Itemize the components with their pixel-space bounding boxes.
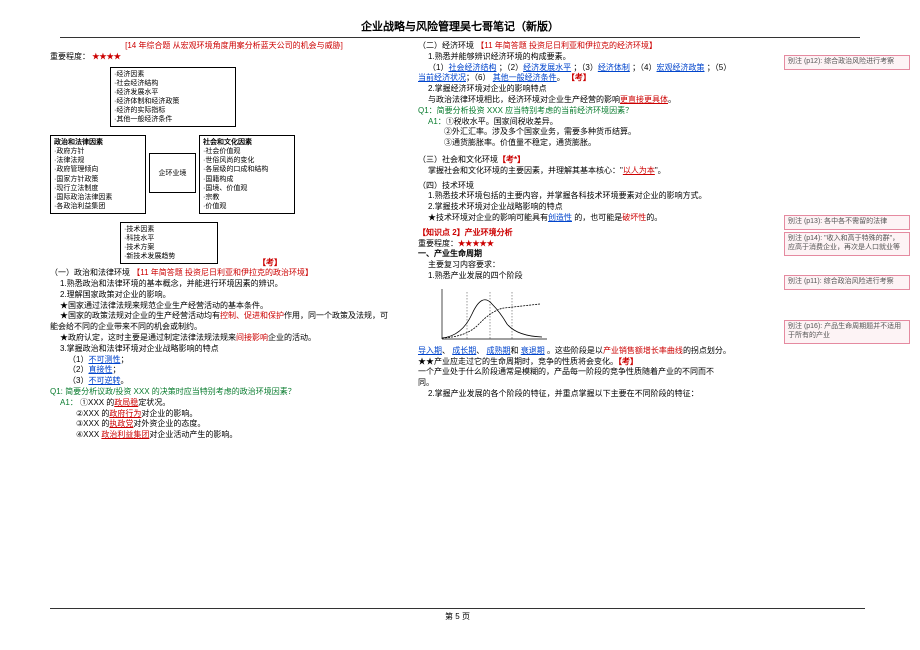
stages: 导入期、 成长期、 成熟期和 衰退期 。这些阶段是以产业销售额增长率曲线的拐点划… xyxy=(418,346,786,357)
a1-3: ③XXX 的执政党对外资企业的态度。 xyxy=(50,419,418,430)
a1-left: A1： ①XXX 的政局稳定状况。 xyxy=(50,398,418,409)
margin-note-2: 别注 (p13): 各中各不需留的法律 xyxy=(784,215,910,230)
sec2-l5: 与政治法律环境相比，经济环境对企业生产经营的影响更直接更具体。 xyxy=(418,95,786,106)
page-number: 第 5 页 xyxy=(50,611,865,622)
doc-title: 企业战略与风险管理吴七哥笔记（新版） xyxy=(0,0,920,34)
diagram-bottom-box: ·技术因素·科技水平 ·技术方案·新技术发展趋势 xyxy=(120,222,218,264)
importance-left: 重要程度： ★★★★ xyxy=(50,52,418,63)
imp-label: 重要程度： xyxy=(50,52,90,61)
left-column: [14 年综合题 从宏观环境角度用案分析蓝天公司的机会与威胁] 重要程度： ★★… xyxy=(50,41,418,441)
sec2-l3: 当前经济状况；（6） 其他一般经济条件。 【考】 xyxy=(418,73,786,84)
sec1-l9: （2）直接性； xyxy=(50,365,418,376)
margin-note-1: 别注 (p12): 综合政治风险进行考察 xyxy=(784,55,910,70)
diagram-center: 企环 业境 xyxy=(149,153,196,193)
sec1-title: （一）政治和法律环境 【11 年简答题 投资尼日利亚和伊拉克的政治环境】 xyxy=(50,268,418,279)
rule-top xyxy=(60,37,860,38)
sec1-l5: 能会给不同的企业带来不同的机会或制约。 xyxy=(50,322,418,333)
sec4-l2: 2.掌握技术环境对企业战略影响的特点 xyxy=(418,202,786,213)
sec1-l8: （1）不可测性； xyxy=(50,355,418,366)
plc-l1: 主要复习内容要求： xyxy=(418,260,786,271)
exam-ref-left: [14 年综合题 从宏观环境角度用案分析蓝天公司的机会与威胁] xyxy=(50,41,418,52)
sec1-l7: 3.掌握政治和法律环境对企业战略影响的特点 xyxy=(50,344,418,355)
pest-diagram: ·经济因素·社会经济结构 ·经济发展水平·经济体制和经济政策 ·经济的实际指标·… xyxy=(50,63,418,269)
plc-title: 一、产业生命周期 xyxy=(418,249,786,260)
kp-title: 【知识点 2】产业环境分析 xyxy=(418,228,786,239)
a1-2: ②XXX 的政府行为对企业的影响。 xyxy=(50,409,418,420)
sec3-l1: 掌握社会和文化环境的主要因素，并理解其基本核心："以人为本"。 xyxy=(418,166,786,177)
sec1-l6: ★政府认定，这时主要是通过制定法律法规法规来间接影响企业的活动。 xyxy=(50,333,418,344)
margin-note-4: 别注 (p11): 综合政治风险进行考察 xyxy=(784,275,910,290)
diagram-right-box: 社会和文化因素 ·社会价值观·世俗风尚的变化 ·各层级的口成和结构·国籍构成 ·… xyxy=(199,135,295,214)
sec2-title: （二）经济环境 【11 年简答题 投资尼日利亚和伊拉克的经济环境】 xyxy=(418,41,786,52)
footer: 第 5 页 xyxy=(50,608,865,622)
diagram-top-box: ·经济因素·社会经济结构 ·经济发展水平·经济体制和经济政策 ·经济的实际指标·… xyxy=(110,67,236,128)
sec1-l3: ★国家通过法律法规来规范企业生产经营活动的基本条件。 xyxy=(50,301,418,312)
q1-right: Q1：简要分析投资 XXX 应当特别考虑的当前经济环境因素？ xyxy=(418,106,786,117)
sec4-title: （四）技术环境 xyxy=(418,181,786,192)
sec1-l1: 1.熟悉政治和法律环境的基本概念，并能进行环境因素的辨识。 xyxy=(50,279,418,290)
a1-4: ④XXX 政治利益集团对企业活动产生的影响。 xyxy=(50,430,418,441)
lifecycle-chart xyxy=(432,284,552,344)
plc-l6: 同。 xyxy=(418,378,786,389)
sec3-title: （三）社会和文化环境【考*】 xyxy=(418,155,786,166)
kp-imp: 重要程度：★★★★★ xyxy=(418,239,786,250)
sec1-l4: ★国家的政策法规对企业的生产经营活动均有控制、促进和保护作用，同一个政策及法规，… xyxy=(50,311,418,322)
diagram-left-box: 政治和法律因素 ·政府方针·法律法规 ·政府管理倾向·国家方针政策 ·现行立法制… xyxy=(50,135,146,214)
q1-left: Q1: 简要分析议政/投资 XXX 的决策时应当特别考虑的政治环境因素？ xyxy=(50,387,418,398)
a1r: A1：①税收水平。国家间税收差异。 xyxy=(418,117,786,128)
sec2-l4: 2.掌握经济环境对企业的影响特点 xyxy=(418,84,786,95)
plc-l5: 一个产业处于什么阶段通常是模糊的，产品每一阶段的竞争性质随着产业的不同而不 xyxy=(418,367,786,378)
a1r-2: ②外汇汇率。涉及多个国家业务，需要多种货币结算。 xyxy=(418,127,786,138)
sec1-l2: 2.理解国家政策对企业的影响。 xyxy=(50,290,418,301)
sec2-l1: 1.熟悉并能够辨识经济环境的构成要素。 xyxy=(418,52,786,63)
margin-note-5: 别注 (p16): 产品生命周期题并不适用于所有的产业 xyxy=(784,320,910,344)
a1r-3: ③通货膨胀率。价值量不稳定，通货膨胀。 xyxy=(418,138,786,149)
plc-l4: ★★产业应走过它的生命周期时，竞争的性质将会变化。【考】 xyxy=(418,357,786,368)
margin-note-3: 别注 (p14): "收入和高于特殊的群"，应高于消费企业，再次是人口就业等 xyxy=(784,232,910,256)
plc-l7: 2.掌握产业发展的各个阶段的特征，并重点掌握以下主要在不同阶段的特征： xyxy=(418,389,786,400)
sec2-l2: （1）社会经济结构 ；（2）经济发展水平 ；（3）经济体制 ；（4）宏观经济政策… xyxy=(418,63,786,74)
imp-stars: ★★★★ xyxy=(92,52,121,61)
page: 企业战略与风险管理吴七哥笔记（新版） 别注 (p12): 综合政治风险进行考察 … xyxy=(0,0,920,650)
sec4-l1: 1.熟悉技术环境包括的主要内容，并掌握各科技术环境要素对企业的影响方式。 xyxy=(418,191,786,202)
sec4-l3: ★技术环境对企业的影响可能具有创造性 的，也可能是破坏性的。 xyxy=(418,213,786,224)
right-column: （二）经济环境 【11 年简答题 投资尼日利亚和伊拉克的经济环境】 1.熟悉并能… xyxy=(418,41,786,441)
sec1-l10: （3）不可逆转。 xyxy=(50,376,418,387)
kao-tag-1: 【考】 xyxy=(258,257,282,268)
plc-l2: 1.熟悉产业发展的四个阶段 xyxy=(418,271,786,282)
